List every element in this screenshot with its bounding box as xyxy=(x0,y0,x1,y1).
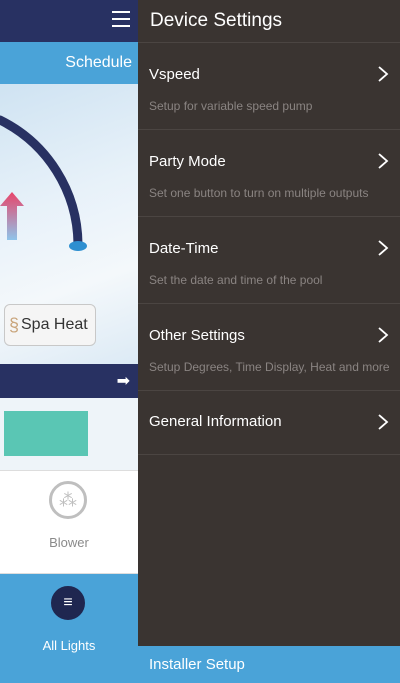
menu-item-label: Vspeed xyxy=(149,66,200,83)
nav-row[interactable]: ➡ xyxy=(0,364,138,398)
menu-item-vspeed[interactable]: Vspeed Setup for variable speed pump xyxy=(138,43,400,130)
menu-item-label: Date-Time xyxy=(149,240,219,257)
menu-item-subtitle: Set the date and time of the pool xyxy=(149,273,323,287)
chevron-right-icon xyxy=(378,153,389,169)
schedule-tab[interactable]: Schedule xyxy=(0,42,138,84)
menu-item-subtitle: Setup Degrees, Time Display, Heat and mo… xyxy=(149,360,390,374)
spa-heat-button[interactable]: § Spa Heat xyxy=(4,304,96,346)
menu-item-date-time[interactable]: Date-Time Set the date and time of the p… xyxy=(138,217,400,304)
installer-setup-label: Installer Setup xyxy=(149,656,245,673)
lightbulb-icon: ≡ xyxy=(51,586,85,620)
top-bar xyxy=(0,0,138,42)
drawer-title: Device Settings xyxy=(150,10,283,31)
blower-button[interactable]: ⁂ Blower xyxy=(0,470,138,574)
steam-icon: § xyxy=(9,315,20,335)
spa-heat-label: Spa Heat xyxy=(21,316,88,333)
blower-icon: ⁂ xyxy=(49,481,87,519)
menu-item-subtitle: Set one button to turn on multiple outpu… xyxy=(149,186,369,200)
chevron-right-icon xyxy=(378,414,389,430)
temperature-gauge xyxy=(0,115,87,251)
menu-item-subtitle: Setup for variable speed pump xyxy=(149,99,313,113)
menu-item-label: Party Mode xyxy=(149,153,226,170)
all-lights-label: All Lights xyxy=(42,638,96,653)
background-app: Schedule § Spa Heat ➡ ⁂ Blower ≡ All Lig… xyxy=(0,0,138,683)
installer-setup-button[interactable]: Installer Setup xyxy=(138,646,400,683)
chevron-right-icon xyxy=(378,66,389,82)
chevron-right-icon xyxy=(378,240,389,256)
temperature-arrow-icon xyxy=(0,192,24,240)
menu-item-label: General Information xyxy=(149,413,282,430)
settings-menu: Vspeed Setup for variable speed pump Par… xyxy=(138,43,400,455)
chevron-right-icon xyxy=(378,327,389,343)
menu-icon[interactable] xyxy=(112,11,130,27)
menu-item-other-settings[interactable]: Other Settings Setup Degrees, Time Displ… xyxy=(138,304,400,391)
device-settings-drawer: Device Settings Vspeed Setup for variabl… xyxy=(138,0,400,683)
all-lights-button[interactable]: ≡ All Lights xyxy=(0,574,138,683)
blower-label: Blower xyxy=(49,535,89,550)
menu-item-general-information[interactable]: General Information xyxy=(138,391,400,455)
menu-item-party-mode[interactable]: Party Mode Set one button to turn on mul… xyxy=(138,130,400,217)
arrow-right-icon[interactable]: ➡ xyxy=(117,371,130,391)
menu-item-label: Other Settings xyxy=(149,327,245,344)
teal-indicator xyxy=(4,411,88,456)
schedule-label: Schedule xyxy=(65,54,132,71)
